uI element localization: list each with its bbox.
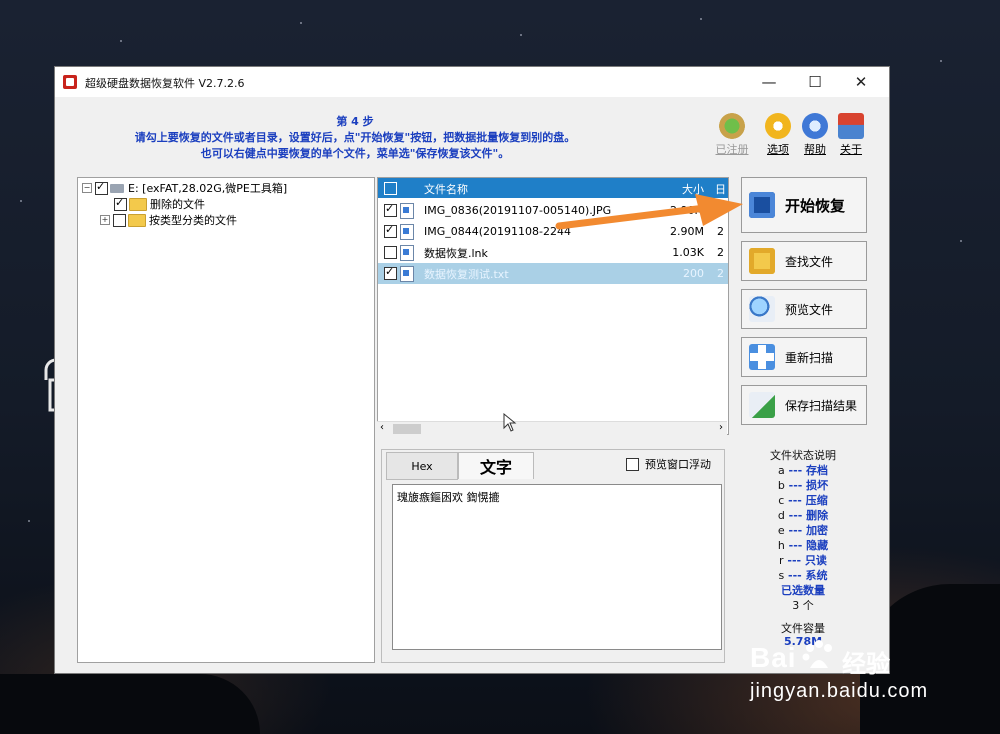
select-all-checkbox[interactable] — [384, 182, 397, 195]
tree-item-label: 按类型分类的文件 — [149, 214, 237, 227]
file-name: IMG_0844(20191108-2244 — [424, 225, 571, 238]
watermark-url: jingyan.baidu.com — [750, 680, 929, 702]
title-bar: 超级硬盘数据恢复软件 V2.7.2.6 — ☐ ✕ — [55, 67, 889, 97]
file-capacity-label: 文件容量 — [781, 622, 825, 635]
scrollbar-thumb[interactable] — [393, 424, 421, 434]
text-file-icon — [400, 265, 414, 282]
rescan-button[interactable]: 重新扫描 — [741, 337, 867, 377]
float-window-label: 预览窗口浮动 — [645, 458, 711, 471]
file-name: 数据恢复.lnk — [424, 246, 488, 260]
close-button[interactable]: ✕ — [841, 67, 881, 97]
directory-tree[interactable]: − E: [exFAT,28.02G,微PE工具箱] 删除的文件 + 按类型分类… — [77, 177, 375, 663]
tab-hex[interactable]: Hex — [386, 452, 458, 480]
find-file-button[interactable]: 查找文件 — [741, 241, 867, 281]
start-recovery-button[interactable]: 开始恢复 — [741, 177, 867, 233]
tree-root[interactable]: − E: [exFAT,28.02G,微PE工具箱] — [82, 180, 287, 196]
options-gear-icon — [765, 113, 791, 139]
about-button[interactable]: 关于 — [831, 113, 871, 157]
cart-icon — [719, 113, 745, 139]
watermark-brand-cn: 经验 — [842, 650, 890, 678]
help-button[interactable]: 帮助 — [795, 113, 835, 157]
annotation-arrow-icon — [555, 194, 743, 230]
image-file-icon — [400, 223, 414, 240]
column-header-name[interactable]: 文件名称 — [424, 181, 468, 197]
mouse-cursor-icon — [503, 413, 517, 432]
tree-root-checkbox[interactable] — [95, 180, 108, 195]
file-status-legend: 文件状态说明 a --- 存档 b --- 损坏 c --- 压缩 d --- … — [741, 447, 865, 650]
app-logo-icon — [63, 75, 77, 89]
tree-item-deleted-files[interactable]: 删除的文件 — [114, 196, 205, 212]
save-scan-result-button[interactable]: 保存扫描结果 — [741, 385, 867, 425]
scroll-left-icon[interactable]: ‹ — [380, 422, 384, 433]
scroll-right-icon[interactable]: › — [719, 422, 723, 433]
window-title: 超级硬盘数据恢复软件 V2.7.2.6 — [85, 77, 245, 90]
maximize-button[interactable]: ☐ — [795, 67, 835, 97]
expand-icon[interactable]: + — [100, 215, 110, 225]
legend-title: 文件状态说明 — [770, 449, 836, 462]
folder-search-icon — [749, 248, 775, 274]
tree-item-checkbox[interactable] — [114, 196, 127, 211]
tab-text[interactable]: 文字 — [458, 452, 534, 479]
folder-icon — [128, 213, 146, 227]
step-title: 第 4 步 — [336, 115, 374, 128]
file-name: 数据恢复测试.txt — [424, 267, 509, 281]
watermark-brand: Bai — [750, 642, 797, 673]
step-instruction-1: 请勾上要恢复的文件或者目录，设置好后，点"开始恢复"按钮，把数据批量恢复到别的盘… — [134, 131, 576, 144]
minimize-button[interactable]: — — [749, 67, 789, 97]
save-arrow-icon — [749, 392, 775, 418]
file-checkbox[interactable] — [384, 223, 397, 238]
selected-count-label: 已选数量 — [781, 584, 825, 597]
drive-icon — [110, 183, 124, 193]
app-window: 超级硬盘数据恢复软件 V2.7.2.6 — ☐ ✕ 第 4 步 请勾上要恢复的文… — [54, 66, 890, 674]
step-instruction-2: 也可以右健点中要恢复的单个文件，菜单选"保存恢复该文件"。 — [200, 147, 510, 160]
file-date: 2 — [717, 267, 724, 280]
magnifier-icon — [749, 296, 775, 322]
image-file-icon — [400, 202, 414, 219]
registered-button: 已注册 — [712, 113, 752, 157]
file-checkbox[interactable] — [384, 246, 397, 259]
file-checkbox[interactable] — [384, 265, 397, 280]
baidu-watermark: Bai 经验 jingyan.baidu.com — [750, 640, 980, 712]
file-date: 2 — [717, 246, 724, 259]
folder-icon — [129, 197, 147, 211]
help-icon — [802, 113, 828, 139]
about-house-icon — [838, 113, 864, 139]
file-checkbox[interactable] — [384, 202, 397, 217]
plus-icon — [749, 344, 775, 370]
tree-item-by-type[interactable]: + 按类型分类的文件 — [100, 212, 237, 228]
preview-pane: Hex 文字 预览窗口浮动 瑰旇瘯鏂囦欢 鍧愰摝 — [381, 449, 725, 663]
tree-root-label: E: [exFAT,28.02G,微PE工具箱] — [128, 182, 288, 195]
preview-file-button[interactable]: 预览文件 — [741, 289, 867, 329]
horizontal-scrollbar[interactable]: ‹ › — [377, 421, 727, 436]
baidu-paw-icon — [802, 640, 832, 668]
float-window-checkbox[interactable] — [626, 457, 639, 471]
file-row-selected[interactable]: 数据恢复测试.txt 200 2 — [378, 263, 728, 284]
float-window-option[interactable]: 预览窗口浮动 — [626, 456, 711, 472]
preview-text-area[interactable]: 瑰旇瘯鏂囦欢 鍧愰摝 — [392, 484, 722, 650]
file-row[interactable]: 数据恢复.lnk 1.03K 2 — [378, 242, 728, 263]
file-size: 1.03K — [672, 246, 704, 259]
collapse-icon[interactable]: − — [82, 183, 92, 193]
options-button[interactable]: 选项 — [758, 113, 798, 157]
tree-item-label: 删除的文件 — [150, 198, 205, 211]
floppy-disk-icon — [749, 192, 775, 218]
tree-item-checkbox[interactable] — [113, 213, 126, 227]
selected-count-value: 3 个 — [792, 599, 814, 612]
file-size: 200 — [683, 267, 704, 280]
shortcut-file-icon — [400, 244, 414, 261]
